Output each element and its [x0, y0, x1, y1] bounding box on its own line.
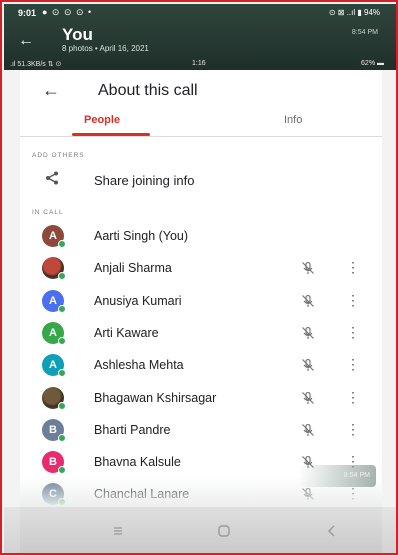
participant-name: Bhagawan Kshirsagar — [94, 390, 217, 405]
participant-name: Bharti Pandre — [94, 422, 171, 437]
participant-row[interactable]: A Ashlesha Mehta ⋮ — [20, 349, 382, 381]
avatar: A — [42, 289, 66, 313]
participant-name: Anusiya Kumari — [94, 293, 182, 308]
participant-row[interactable]: A Anusiya Kumari ⋮ — [20, 285, 382, 317]
participant-name: Aarti Singh (You) — [94, 229, 189, 243]
more-options-icon[interactable]: ⋮ — [346, 291, 360, 309]
participant-name: Ashlesha Mehta — [94, 358, 184, 373]
mic-off-icon — [302, 294, 314, 307]
more-options-icon[interactable]: ⋮ — [346, 355, 360, 373]
section-add-others: ADD OTHERS — [32, 152, 85, 159]
share-icon — [46, 171, 58, 185]
notification-icons: ● ⊙ ⊙ ⊙ • — [42, 7, 93, 17]
gallery-top-bar: 9:01 ● ⊙ ⊙ ⊙ • ⊙ ⊠ ..ıl ▮ 94% ← You 8 ph… — [4, 4, 396, 70]
online-status-dot — [58, 304, 66, 313]
gallery-back-icon[interactable]: ← — [18, 32, 34, 50]
inner-status-time: 1:16 — [192, 60, 206, 67]
mic-off-icon — [302, 391, 314, 404]
avatar-initial: B — [49, 456, 57, 469]
avatar: A — [42, 321, 66, 345]
participant-row[interactable]: A Aarti Singh (You) — [20, 220, 382, 252]
mic-off-icon — [302, 326, 314, 339]
avatar-initial: A — [49, 359, 57, 372]
gallery-timestamp: 8:54 PM — [351, 29, 378, 36]
status-right-icons: ⊙ ⊠ ..ıl ▮ 94% — [328, 8, 380, 17]
more-options-icon[interactable]: ⋮ — [346, 388, 360, 406]
tab-people[interactable]: People — [84, 114, 120, 126]
gallery-subtitle: 8 photos • April 16, 2021 — [62, 44, 149, 53]
avatar: B — [42, 451, 66, 475]
tab-info[interactable]: Info — [284, 114, 302, 126]
system-nav-bar — [4, 507, 396, 553]
participant-name: Bhavna Kalsule — [94, 455, 181, 470]
tab-divider — [20, 136, 382, 137]
about-call-panel: ← About this call People Info ADD OTHERS… — [20, 70, 382, 507]
avatar-initial: A — [49, 294, 57, 307]
participant-row[interactable]: Bhagawan Kshirsagar ⋮ — [20, 382, 382, 414]
participant-row[interactable]: A Arti Kaware ⋮ — [20, 317, 382, 349]
avatar-initial: B — [49, 423, 57, 436]
online-status-dot — [58, 433, 66, 442]
more-options-icon[interactable]: ⋮ — [346, 323, 360, 341]
home-icon[interactable] — [216, 523, 232, 539]
online-status-dot — [58, 369, 66, 378]
mic-off-icon — [302, 262, 314, 275]
back-arrow-icon[interactable]: ← — [42, 80, 60, 101]
more-options-icon[interactable]: ⋮ — [346, 420, 360, 438]
back-icon[interactable] — [324, 523, 340, 539]
share-joining-info-label: Share joining info — [94, 173, 195, 188]
screenshot-frame: 9:01 ● ⊙ ⊙ ⊙ • ⊙ ⊠ ..ıl ▮ 94% ← You 8 ph… — [0, 0, 398, 555]
online-status-dot — [58, 240, 66, 248]
avatar: B — [42, 418, 66, 442]
online-status-dot — [58, 401, 66, 410]
participant-row[interactable]: Anjali Sharma ⋮ — [20, 252, 382, 284]
share-joining-info-button[interactable]: Share joining info — [20, 165, 382, 195]
avatar — [42, 386, 66, 410]
nav-panel — [20, 507, 382, 553]
status-time: 9:01 — [18, 8, 37, 18]
inner-status-left: .ıl 51.3KB/s ⇅ ⊙ — [10, 61, 62, 68]
mic-off-icon — [302, 423, 314, 436]
participant-name: Arti Kaware — [94, 325, 159, 340]
section-in-call: IN CALL — [32, 209, 64, 216]
online-status-dot — [58, 336, 66, 345]
gallery-title: You — [62, 25, 93, 44]
avatar-initial: A — [49, 326, 57, 339]
recents-icon[interactable] — [110, 523, 126, 539]
avatar: A — [42, 354, 66, 378]
mic-off-icon — [302, 359, 314, 372]
avatar — [42, 257, 66, 281]
avatar-initial: A — [49, 230, 57, 242]
inner-status-battery: 62% ▬ — [361, 60, 384, 67]
page-title: About this call — [98, 82, 198, 99]
online-status-dot — [58, 272, 66, 281]
avatar: A — [42, 225, 66, 248]
timestamp-toast: 8:54 PM — [298, 465, 376, 487]
more-options-icon[interactable]: ⋮ — [346, 258, 360, 276]
online-status-dot — [58, 466, 66, 475]
participant-row[interactable]: B Bharti Pandre ⋮ — [20, 414, 382, 446]
participant-name: Anjali Sharma — [94, 261, 172, 276]
